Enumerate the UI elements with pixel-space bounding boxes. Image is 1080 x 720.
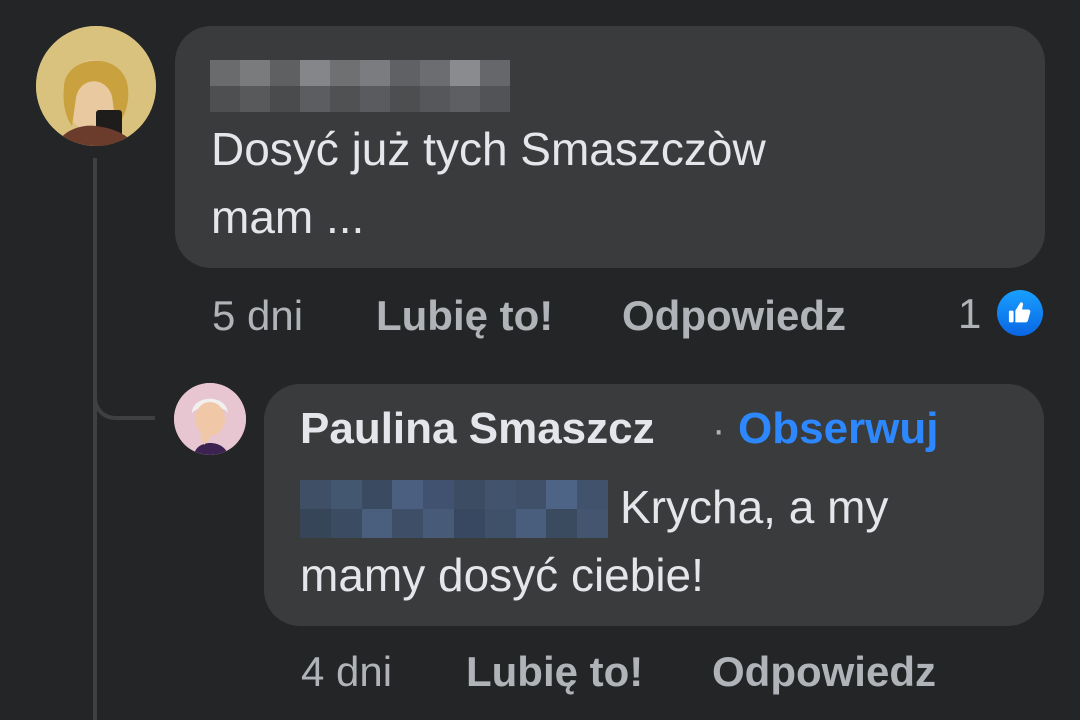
like-button[interactable]: Lubię to! <box>376 292 553 340</box>
reply-button[interactable]: Odpowiedz <box>622 292 846 340</box>
like-button[interactable]: Lubię to! <box>466 648 643 696</box>
comment-text-line: mam ... <box>211 191 365 243</box>
avatar-photo-icon <box>36 26 156 146</box>
reply-button[interactable]: Odpowiedz <box>712 648 936 696</box>
reaction-count[interactable]: 1 <box>958 290 981 338</box>
reply-author-name[interactable]: Paulina Smaszcz <box>300 404 655 454</box>
reply-text-line: Krycha, a my <box>620 481 889 533</box>
commenter-avatar[interactable] <box>36 26 156 146</box>
thumbs-up-icon <box>1008 302 1031 323</box>
reply-connector-line <box>93 360 155 420</box>
comment-text-line: Dosyć już tych Smaszczòw <box>211 123 766 175</box>
follow-button[interactable]: Obserwuj <box>738 404 939 454</box>
blurred-author-name <box>210 60 510 112</box>
reply-text-line: mamy dosyć ciebie! <box>300 549 704 601</box>
reply-author-avatar[interactable] <box>174 383 246 455</box>
reply-timestamp[interactable]: 4 dni <box>301 648 392 696</box>
avatar-photo-icon <box>174 383 246 455</box>
separator-dot: · <box>712 408 726 452</box>
reaction-badge[interactable] <box>994 287 1046 339</box>
blurred-mention <box>300 480 608 538</box>
comment-timestamp[interactable]: 5 dni <box>212 292 303 340</box>
thread-connector-line <box>93 158 97 720</box>
